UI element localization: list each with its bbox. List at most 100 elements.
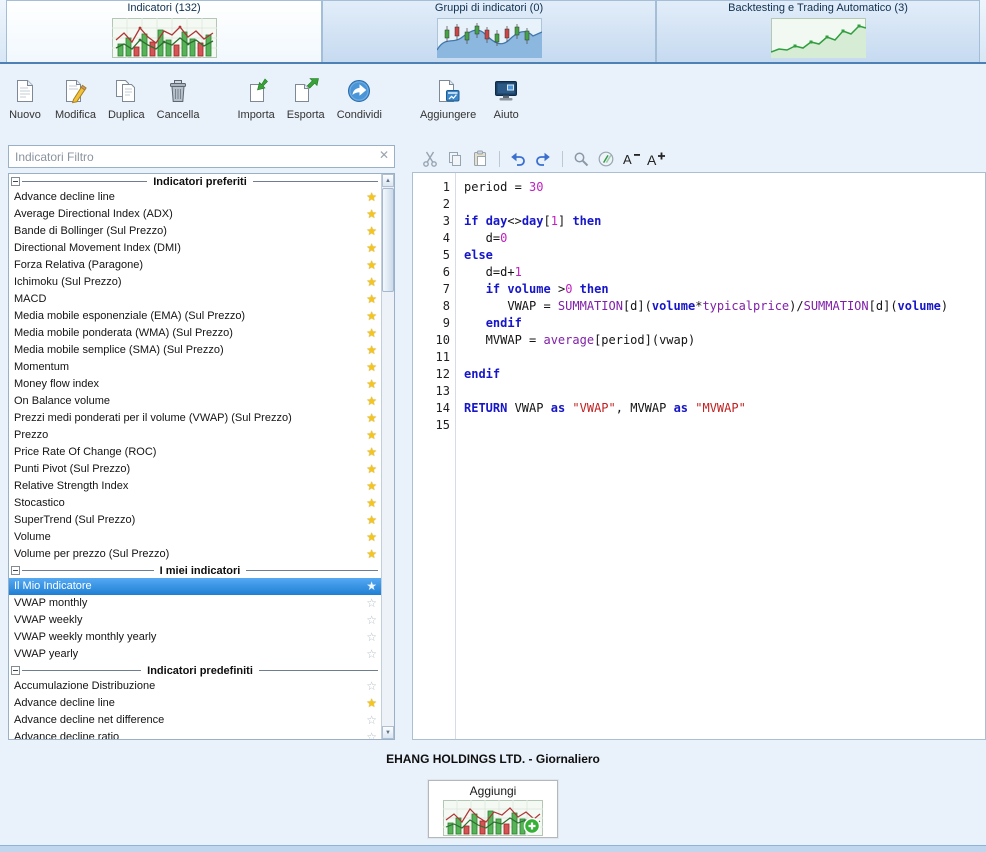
code-line[interactable]: 6 d=d+1 [413,264,985,281]
favorite-star-icon[interactable]: ★ [366,410,377,427]
code-line[interactable]: 11 [413,349,985,366]
indicator-list-item[interactable]: VWAP weekly☆ [9,612,381,629]
indicator-list-item[interactable]: MACD★ [9,291,381,308]
favorite-star-icon[interactable]: ★ [366,529,377,546]
favorite-star-icon[interactable]: ☆ [366,612,377,629]
indicator-list-item[interactable]: Forza Relativa (Paragone)★ [9,257,381,274]
tab-indicator-groups[interactable]: Gruppi di indicatori (0) [322,0,656,62]
indicator-list-item[interactable]: Average Directional Index (ADX)★ [9,206,381,223]
code-line[interactable]: 14RETURN VWAP as "VWAP", MVWAP as "MVWAP… [413,400,985,417]
indicator-list-item[interactable]: Prezzi medi ponderati per il volume (VWA… [9,410,381,427]
export-button[interactable]: Esporta [282,72,330,124]
code-area[interactable]: 1period = 3023if day<>day[1] then4 d=05e… [413,173,985,739]
indicator-list-item[interactable]: VWAP monthly☆ [9,595,381,612]
code-line[interactable]: 4 d=0 [413,230,985,247]
indicator-list-item[interactable]: Volume per prezzo (Sul Prezzo)★ [9,546,381,563]
favorite-star-icon[interactable]: ☆ [366,678,377,695]
tab-indicators[interactable]: Indicatori (132) [6,0,322,62]
collapse-icon[interactable] [11,666,20,675]
indicator-list-item[interactable]: SuperTrend (Sul Prezzo)★ [9,512,381,529]
indicator-list-item[interactable]: Stocastico★ [9,495,381,512]
code-line[interactable]: 7 if volume >0 then [413,281,985,298]
scrollbar-thumb[interactable] [382,188,394,292]
add-button[interactable]: Aggiungere [415,72,481,124]
copy-icon[interactable] [443,148,466,169]
indicator-list-item[interactable]: Media mobile ponderata (WMA) (Sul Prezzo… [9,325,381,342]
collapse-icon[interactable] [11,177,20,186]
indicator-list-item[interactable]: Prezzo★ [9,427,381,444]
favorite-star-icon[interactable]: ☆ [366,629,377,646]
favorite-star-icon[interactable]: ★ [366,393,377,410]
add-indicator-button[interactable]: Aggiungi [428,780,558,838]
indicator-list-item[interactable]: Punti Pivot (Sul Prezzo)★ [9,461,381,478]
tab-backtesting[interactable]: Backtesting e Trading Automatico (3) [656,0,980,62]
code-line[interactable]: 13 [413,383,985,400]
share-button[interactable]: Condividi [332,72,387,124]
indicator-list-item[interactable]: Momentum★ [9,359,381,376]
indicator-list-item[interactable]: Directional Movement Index (DMI)★ [9,240,381,257]
indicator-list-item[interactable]: Advance decline net difference☆ [9,712,381,729]
code-editor[interactable]: 1period = 3023if day<>day[1] then4 d=05e… [412,172,986,740]
code-line[interactable]: 5else [413,247,985,264]
favorite-star-icon[interactable]: ★ [366,444,377,461]
favorite-star-icon[interactable]: ☆ [366,646,377,663]
favorite-star-icon[interactable]: ★ [366,206,377,223]
scroll-down-button[interactable]: ▼ [382,726,394,739]
indicator-list-item[interactable]: Ichimoku (Sul Prezzo)★ [9,274,381,291]
paste-icon[interactable] [468,148,491,169]
indicator-list-item[interactable]: VWAP weekly monthly yearly☆ [9,629,381,646]
duplicate-button[interactable]: Duplica [103,72,150,124]
favorite-star-icon[interactable]: ★ [366,478,377,495]
comment-icon[interactable] [594,148,617,169]
indicator-list-item[interactable]: Advance decline line★ [9,695,381,712]
favorite-star-icon[interactable]: ★ [366,257,377,274]
code-line[interactable]: 3if day<>day[1] then [413,213,985,230]
redo-icon[interactable] [531,148,554,169]
favorite-star-icon[interactable]: ★ [366,308,377,325]
indicator-list-item[interactable]: Advance decline line★ [9,189,381,206]
favorite-star-icon[interactable]: ★ [366,291,377,308]
help-button[interactable]: Aiuto [483,72,529,124]
collapse-icon[interactable] [11,566,20,575]
code-line[interactable]: 1period = 30 [413,179,985,196]
font-decrease-icon[interactable]: A [619,148,642,169]
code-line[interactable]: 9 endif [413,315,985,332]
code-line[interactable]: 8 VWAP = SUMMATION[d](volume*typicalpric… [413,298,985,315]
indicator-list-item[interactable]: Volume★ [9,529,381,546]
indicator-list-item[interactable]: Media mobile esponenziale (EMA) (Sul Pre… [9,308,381,325]
indicator-filter-input[interactable] [8,145,395,168]
favorite-star-icon[interactable]: ☆ [366,712,377,729]
search-icon[interactable] [569,148,592,169]
favorite-star-icon[interactable]: ★ [366,695,377,712]
indicator-list-item[interactable]: Bande di Bollinger (Sul Prezzo)★ [9,223,381,240]
favorite-star-icon[interactable]: ★ [366,274,377,291]
indicator-list-item[interactable]: VWAP yearly☆ [9,646,381,663]
edit-button[interactable]: Modifica [50,72,101,124]
code-line[interactable]: 12endif [413,366,985,383]
indicator-list-item[interactable]: Accumulazione Distribuzione☆ [9,678,381,695]
code-line[interactable]: 2 [413,196,985,213]
favorite-star-icon[interactable]: ★ [366,578,377,595]
favorite-star-icon[interactable]: ★ [366,223,377,240]
indicator-list-item[interactable]: Il Mio Indicatore★ [9,578,381,595]
favorite-star-icon[interactable]: ★ [366,512,377,529]
new-button[interactable]: Nuovo [2,72,48,124]
favorite-star-icon[interactable]: ☆ [366,595,377,612]
favorite-star-icon[interactable]: ★ [366,240,377,257]
indicator-list-item[interactable]: Advance decline ratio☆ [9,729,381,739]
font-increase-icon[interactable]: A [644,148,667,169]
favorite-star-icon[interactable]: ★ [366,546,377,563]
favorite-star-icon[interactable]: ★ [366,359,377,376]
favorite-star-icon[interactable]: ★ [366,495,377,512]
indicator-list-item[interactable]: Money flow index★ [9,376,381,393]
cut-icon[interactable] [418,148,441,169]
favorite-star-icon[interactable]: ★ [366,189,377,206]
indicator-list-item[interactable]: Price Rate Of Change (ROC)★ [9,444,381,461]
favorite-star-icon[interactable]: ★ [366,376,377,393]
favorite-star-icon[interactable]: ★ [366,427,377,444]
indicator-list-item[interactable]: On Balance volume★ [9,393,381,410]
favorite-star-icon[interactable]: ★ [366,461,377,478]
list-scrollbar[interactable]: ▲ ▼ [381,174,394,739]
indicator-list-item[interactable]: Relative Strength Index★ [9,478,381,495]
import-button[interactable]: Importa [232,72,279,124]
